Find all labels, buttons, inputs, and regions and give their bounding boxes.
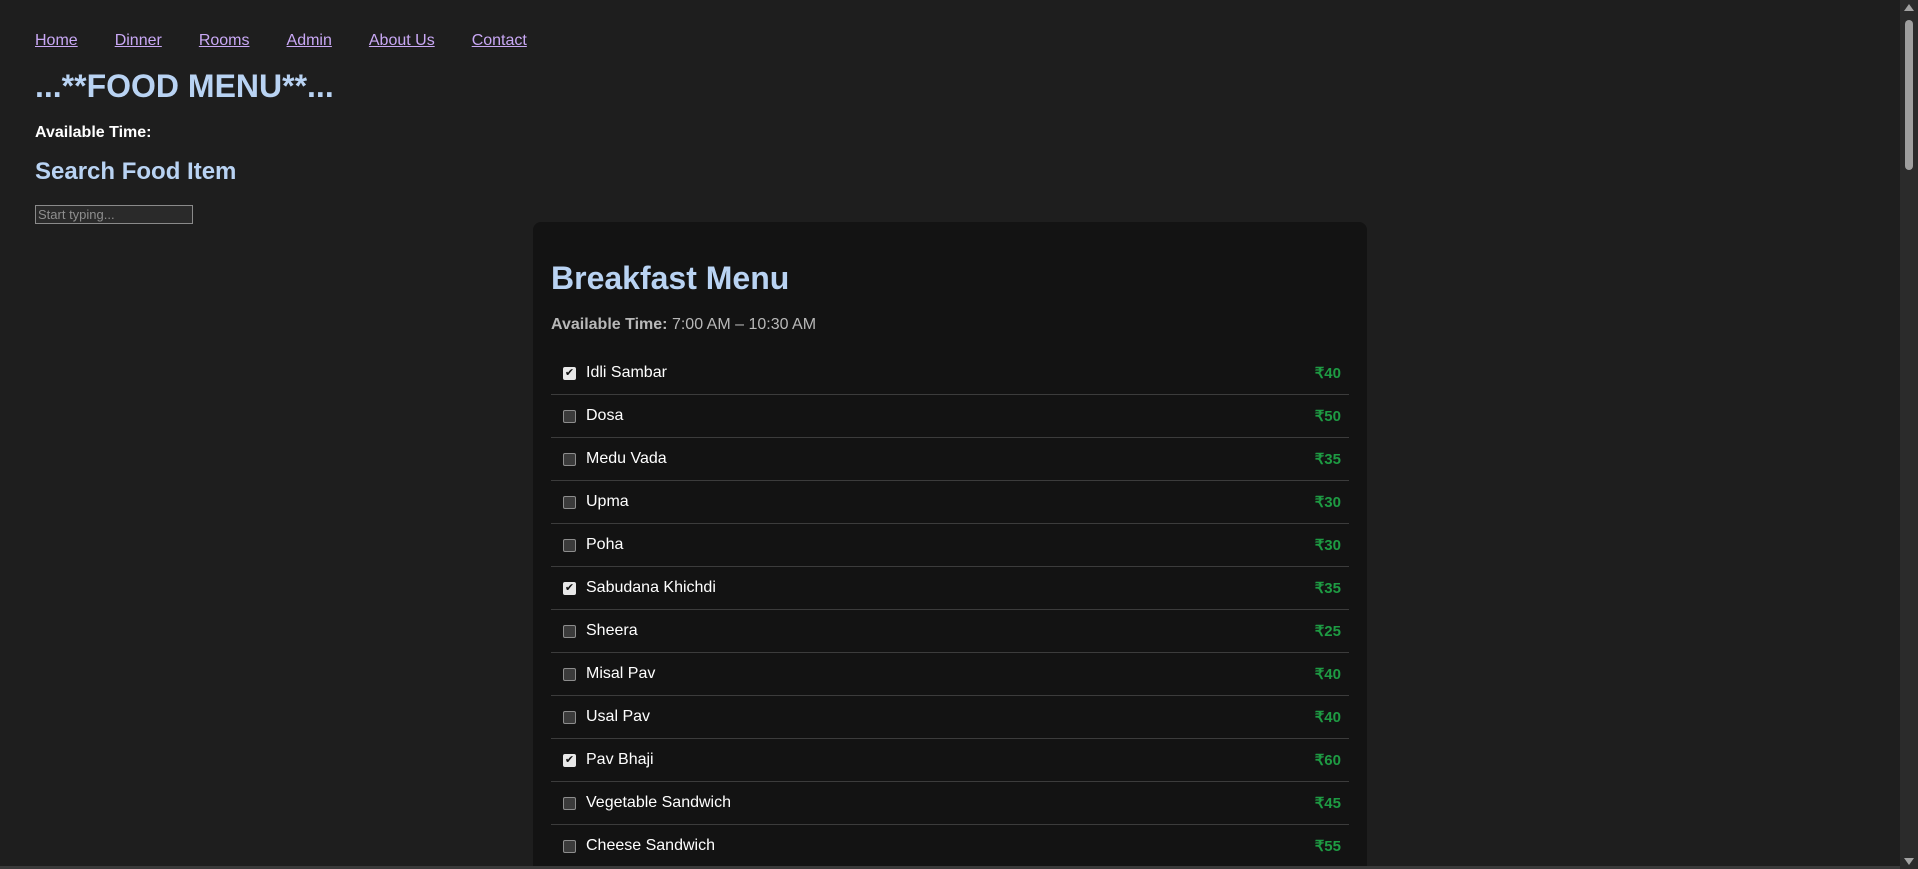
search-input[interactable] — [35, 205, 193, 224]
item-checkbox[interactable] — [563, 409, 576, 423]
item-price: ₹30 — [1314, 494, 1341, 511]
nav-link-admin[interactable]: Admin — [287, 32, 332, 50]
item-price: ₹40 — [1314, 666, 1341, 683]
item-price: ₹55 — [1314, 838, 1341, 855]
menu-title: Breakfast Menu — [551, 260, 790, 296]
menu-item[interactable]: Dosa ₹50 — [551, 395, 1349, 438]
nav-link-rooms[interactable]: Rooms — [199, 32, 250, 50]
item-checkbox[interactable] — [563, 538, 576, 552]
menu-item[interactable]: Poha ₹30 — [551, 524, 1349, 567]
item-name: Sheera — [586, 622, 638, 639]
item-checkbox[interactable] — [563, 667, 576, 681]
item-checkbox[interactable] — [563, 452, 576, 466]
page-content: Home Dinner Rooms Admin About Us Contact… — [0, 0, 1900, 869]
page-title: ...**FOOD MENU**... — [35, 68, 334, 104]
nav-link-home[interactable]: Home — [35, 32, 78, 50]
item-checkbox[interactable]: ✔ — [563, 581, 576, 595]
breakfast-menu-card: Breakfast Menu Available Time: 7:00 AM –… — [533, 222, 1367, 869]
item-price: ₹30 — [1314, 537, 1341, 554]
page: Home Dinner Rooms Admin About Us Contact… — [0, 0, 1918, 869]
item-name: Upma — [586, 493, 629, 510]
item-price: ₹35 — [1314, 580, 1341, 597]
item-checkbox[interactable] — [563, 624, 576, 638]
menu-item[interactable]: Usal Pav ₹40 — [551, 696, 1349, 739]
nav-link-about-us[interactable]: About Us — [369, 32, 435, 50]
available-time-label: Available Time: — [35, 124, 152, 141]
item-checkbox[interactable]: ✔ — [563, 366, 576, 380]
vertical-scrollbar[interactable] — [1900, 0, 1918, 869]
item-price: ₹60 — [1314, 752, 1341, 769]
item-checkbox[interactable] — [563, 495, 576, 509]
item-price: ₹25 — [1314, 623, 1341, 640]
menu-available-label: Available Time: — [551, 316, 668, 333]
item-name: Dosa — [586, 407, 624, 424]
item-price: ₹40 — [1314, 709, 1341, 726]
menu-item[interactable]: ✔ Pav Bhaji ₹60 — [551, 739, 1349, 782]
item-name: Poha — [586, 536, 624, 553]
menu-item[interactable]: Cheese Sandwich ₹55 — [551, 825, 1349, 868]
menu-item[interactable]: Upma ₹30 — [551, 481, 1349, 524]
item-name: Misal Pav — [586, 665, 656, 682]
item-name: Usal Pav — [586, 708, 651, 725]
menu-item[interactable]: Vegetable Sandwich ₹45 — [551, 782, 1349, 825]
item-checkbox[interactable] — [563, 710, 576, 724]
item-name: Sabudana Khichdi — [586, 579, 716, 596]
scroll-down-arrow-icon[interactable] — [1904, 858, 1914, 865]
item-checkbox[interactable]: ✔ — [563, 753, 576, 767]
item-checkbox[interactable] — [563, 796, 576, 810]
nav-link-dinner[interactable]: Dinner — [115, 32, 162, 50]
nav-link-contact[interactable]: Contact — [472, 32, 527, 50]
menu-available-value: 7:00 AM – 10:30 AM — [671, 316, 817, 333]
item-name: Cheese Sandwich — [586, 837, 715, 854]
item-checkbox[interactable] — [563, 839, 576, 853]
top-nav: Home Dinner Rooms Admin About Us Contact — [35, 32, 527, 50]
scroll-up-arrow-icon[interactable] — [1904, 4, 1914, 11]
menu-available-time: Available Time: 7:00 AM – 10:30 AM — [551, 316, 816, 334]
scrollbar-thumb[interactable] — [1905, 20, 1913, 170]
menu-item[interactable]: Sheera ₹25 — [551, 610, 1349, 653]
menu-item[interactable]: Misal Pav ₹40 — [551, 653, 1349, 696]
item-price: ₹45 — [1314, 795, 1341, 812]
item-name: Vegetable Sandwich — [586, 794, 731, 811]
item-price: ₹40 — [1314, 365, 1341, 382]
menu-item[interactable]: Medu Vada ₹35 — [551, 438, 1349, 481]
item-name: Idli Sambar — [586, 364, 667, 381]
menu-item[interactable]: ✔ Idli Sambar ₹40 — [551, 352, 1349, 395]
search-heading: Search Food Item — [35, 158, 237, 185]
menu-item[interactable]: ✔ Sabudana Khichdi ₹35 — [551, 567, 1349, 610]
item-price: ₹35 — [1314, 451, 1341, 468]
item-name: Pav Bhaji — [586, 751, 654, 768]
item-name: Medu Vada — [586, 450, 667, 467]
menu-item-list: ✔ Idli Sambar ₹40 Dosa ₹50 Medu Vada ₹35… — [551, 352, 1349, 868]
item-price: ₹50 — [1314, 408, 1341, 425]
